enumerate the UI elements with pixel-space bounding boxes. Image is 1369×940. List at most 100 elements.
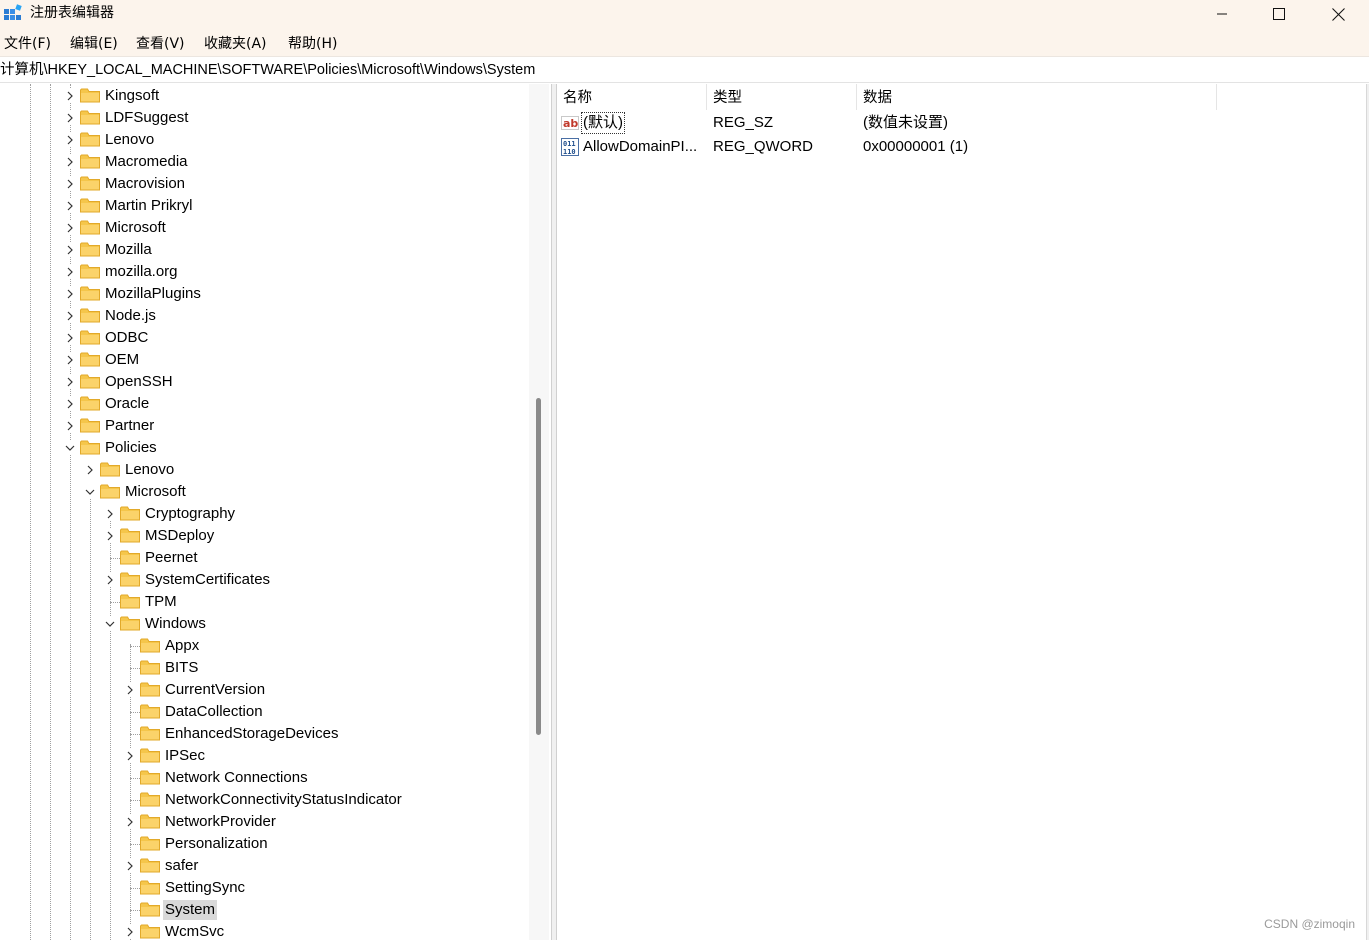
tree-node[interactable]: mozilla.org [0,261,529,283]
tree-node-label[interactable]: Microsoft [103,218,168,238]
chevron-right-icon[interactable] [124,683,136,697]
maximize-button[interactable] [1250,0,1308,28]
tree-node[interactable]: Cryptography [0,503,529,525]
tree-node[interactable]: CurrentVersion [0,679,529,701]
tree-node-label[interactable]: Lenovo [123,460,176,480]
tree-node[interactable]: BITS [0,657,529,679]
chevron-right-icon[interactable] [104,529,116,543]
tree-node[interactable]: Lenovo [0,459,529,481]
tree-node[interactable]: Microsoft [0,481,529,503]
tree-node[interactable]: Appx [0,635,529,657]
chevron-right-icon[interactable] [64,111,76,125]
chevron-right-icon[interactable] [64,221,76,235]
chevron-right-icon[interactable] [124,749,136,763]
menu-file[interactable]: 文件(F) [4,35,51,53]
chevron-right-icon[interactable] [64,177,76,191]
chevron-right-icon[interactable] [64,133,76,147]
chevron-right-icon[interactable] [124,925,136,939]
tree-node-label[interactable]: Macromedia [103,152,190,172]
chevron-right-icon[interactable] [64,419,76,433]
tree-node-label[interactable]: Martin Prikryl [103,196,195,216]
tree-node-label[interactable]: IPSec [163,746,207,766]
tree-node[interactable]: TPM [0,591,529,613]
column-divider[interactable] [1216,84,1217,110]
chevron-right-icon[interactable] [64,155,76,169]
chevron-right-icon[interactable] [64,199,76,213]
tree-node[interactable]: Network Connections [0,767,529,789]
tree-node-label[interactable]: MozillaPlugins [103,284,203,304]
tree-node[interactable]: NetworkProvider [0,811,529,833]
tree-node-label[interactable]: Appx [163,636,201,656]
tree-node[interactable]: SystemCertificates [0,569,529,591]
tree-node[interactable]: Windows [0,613,529,635]
chevron-right-icon[interactable] [64,89,76,103]
chevron-right-icon[interactable] [124,815,136,829]
tree-node[interactable]: ODBC [0,327,529,349]
tree-node-label[interactable]: OpenSSH [103,372,175,392]
chevron-right-icon[interactable] [124,859,136,873]
tree-node[interactable]: System [0,899,529,921]
tree-node-label[interactable]: Policies [103,438,159,458]
tree-node[interactable]: Mozilla [0,239,529,261]
column-header-type[interactable]: 类型 [713,88,742,108]
tree-node-label[interactable]: NetworkProvider [163,812,278,832]
chevron-right-icon[interactable] [64,265,76,279]
tree-node-label[interactable]: Partner [103,416,156,436]
column-header-data[interactable]: 数据 [863,88,892,108]
tree-node-label[interactable]: safer [163,856,200,876]
tree-node-label[interactable]: Windows [143,614,208,634]
tree-node-label[interactable]: Lenovo [103,130,156,150]
tree-node-label[interactable]: Kingsoft [103,86,161,106]
value-name[interactable]: AllowDomainPI... [583,137,697,157]
tree-node-label[interactable]: System [163,900,218,920]
chevron-right-icon[interactable] [64,309,76,323]
tree-node-label[interactable]: EnhancedStorageDevices [163,724,340,744]
tree-node-label[interactable]: Mozilla [103,240,154,260]
tree-node-label[interactable]: DataCollection [163,702,265,722]
tree-node[interactable]: Macrovision [0,173,529,195]
menu-favorites[interactable]: 收藏夹(A) [204,35,267,53]
chevron-right-icon[interactable] [64,375,76,389]
column-divider[interactable] [706,84,707,110]
address-bar[interactable]: 计算机\HKEY_LOCAL_MACHINE\SOFTWARE\Policies… [0,58,1369,83]
menu-edit[interactable]: 编辑(E) [70,35,118,53]
close-button[interactable] [1309,0,1367,28]
column-divider[interactable] [856,84,857,110]
address-path[interactable]: 计算机\HKEY_LOCAL_MACHINE\SOFTWARE\Policies… [0,61,535,79]
column-header-name[interactable]: 名称 [563,88,592,108]
tree-node[interactable]: OpenSSH [0,371,529,393]
tree-node-label[interactable]: Oracle [103,394,151,414]
tree-node-label[interactable]: TPM [143,592,179,612]
tree-node[interactable]: Macromedia [0,151,529,173]
tree-node[interactable]: Partner [0,415,529,437]
menu-view[interactable]: 查看(V) [136,35,185,53]
tree-node[interactable]: Lenovo [0,129,529,151]
tree-node-label[interactable]: Peernet [143,548,200,568]
chevron-right-icon[interactable] [84,463,96,477]
tree-node[interactable]: EnhancedStorageDevices [0,723,529,745]
tree-node-label[interactable]: OEM [103,350,141,370]
chevron-right-icon[interactable] [64,331,76,345]
chevron-right-icon[interactable] [64,353,76,367]
tree-node-label[interactable]: Node.js [103,306,158,326]
tree-node[interactable]: NetworkConnectivityStatusIndicator [0,789,529,811]
chevron-right-icon[interactable] [104,573,116,587]
chevron-right-icon[interactable] [64,287,76,301]
chevron-down-icon[interactable] [104,617,116,631]
tree-node-label[interactable]: MSDeploy [143,526,216,546]
chevron-down-icon[interactable] [64,441,76,455]
tree-node[interactable]: DataCollection [0,701,529,723]
values-pane[interactable]: 名称 类型 数据 ab (默认) REG_SZ (数值未设置) 011 110 … [556,84,1367,940]
chevron-right-icon[interactable] [64,243,76,257]
tree-node-label[interactable]: Personalization [163,834,270,854]
tree-node[interactable]: Personalization [0,833,529,855]
chevron-right-icon[interactable] [104,507,116,521]
tree-node-label[interactable]: Macrovision [103,174,187,194]
tree-node[interactable]: Kingsoft [0,85,529,107]
tree-scrollbar-thumb[interactable] [536,398,541,735]
tree-node[interactable]: WcmSvc [0,921,529,940]
registry-key-tree[interactable]: Kingsoft LDFSuggest Lenovo Macromedia Macrov… [0,84,529,940]
tree-node-label[interactable]: SettingSync [163,878,247,898]
tree-node[interactable]: Peernet [0,547,529,569]
tree-vertical-scrollbar[interactable] [529,84,549,940]
